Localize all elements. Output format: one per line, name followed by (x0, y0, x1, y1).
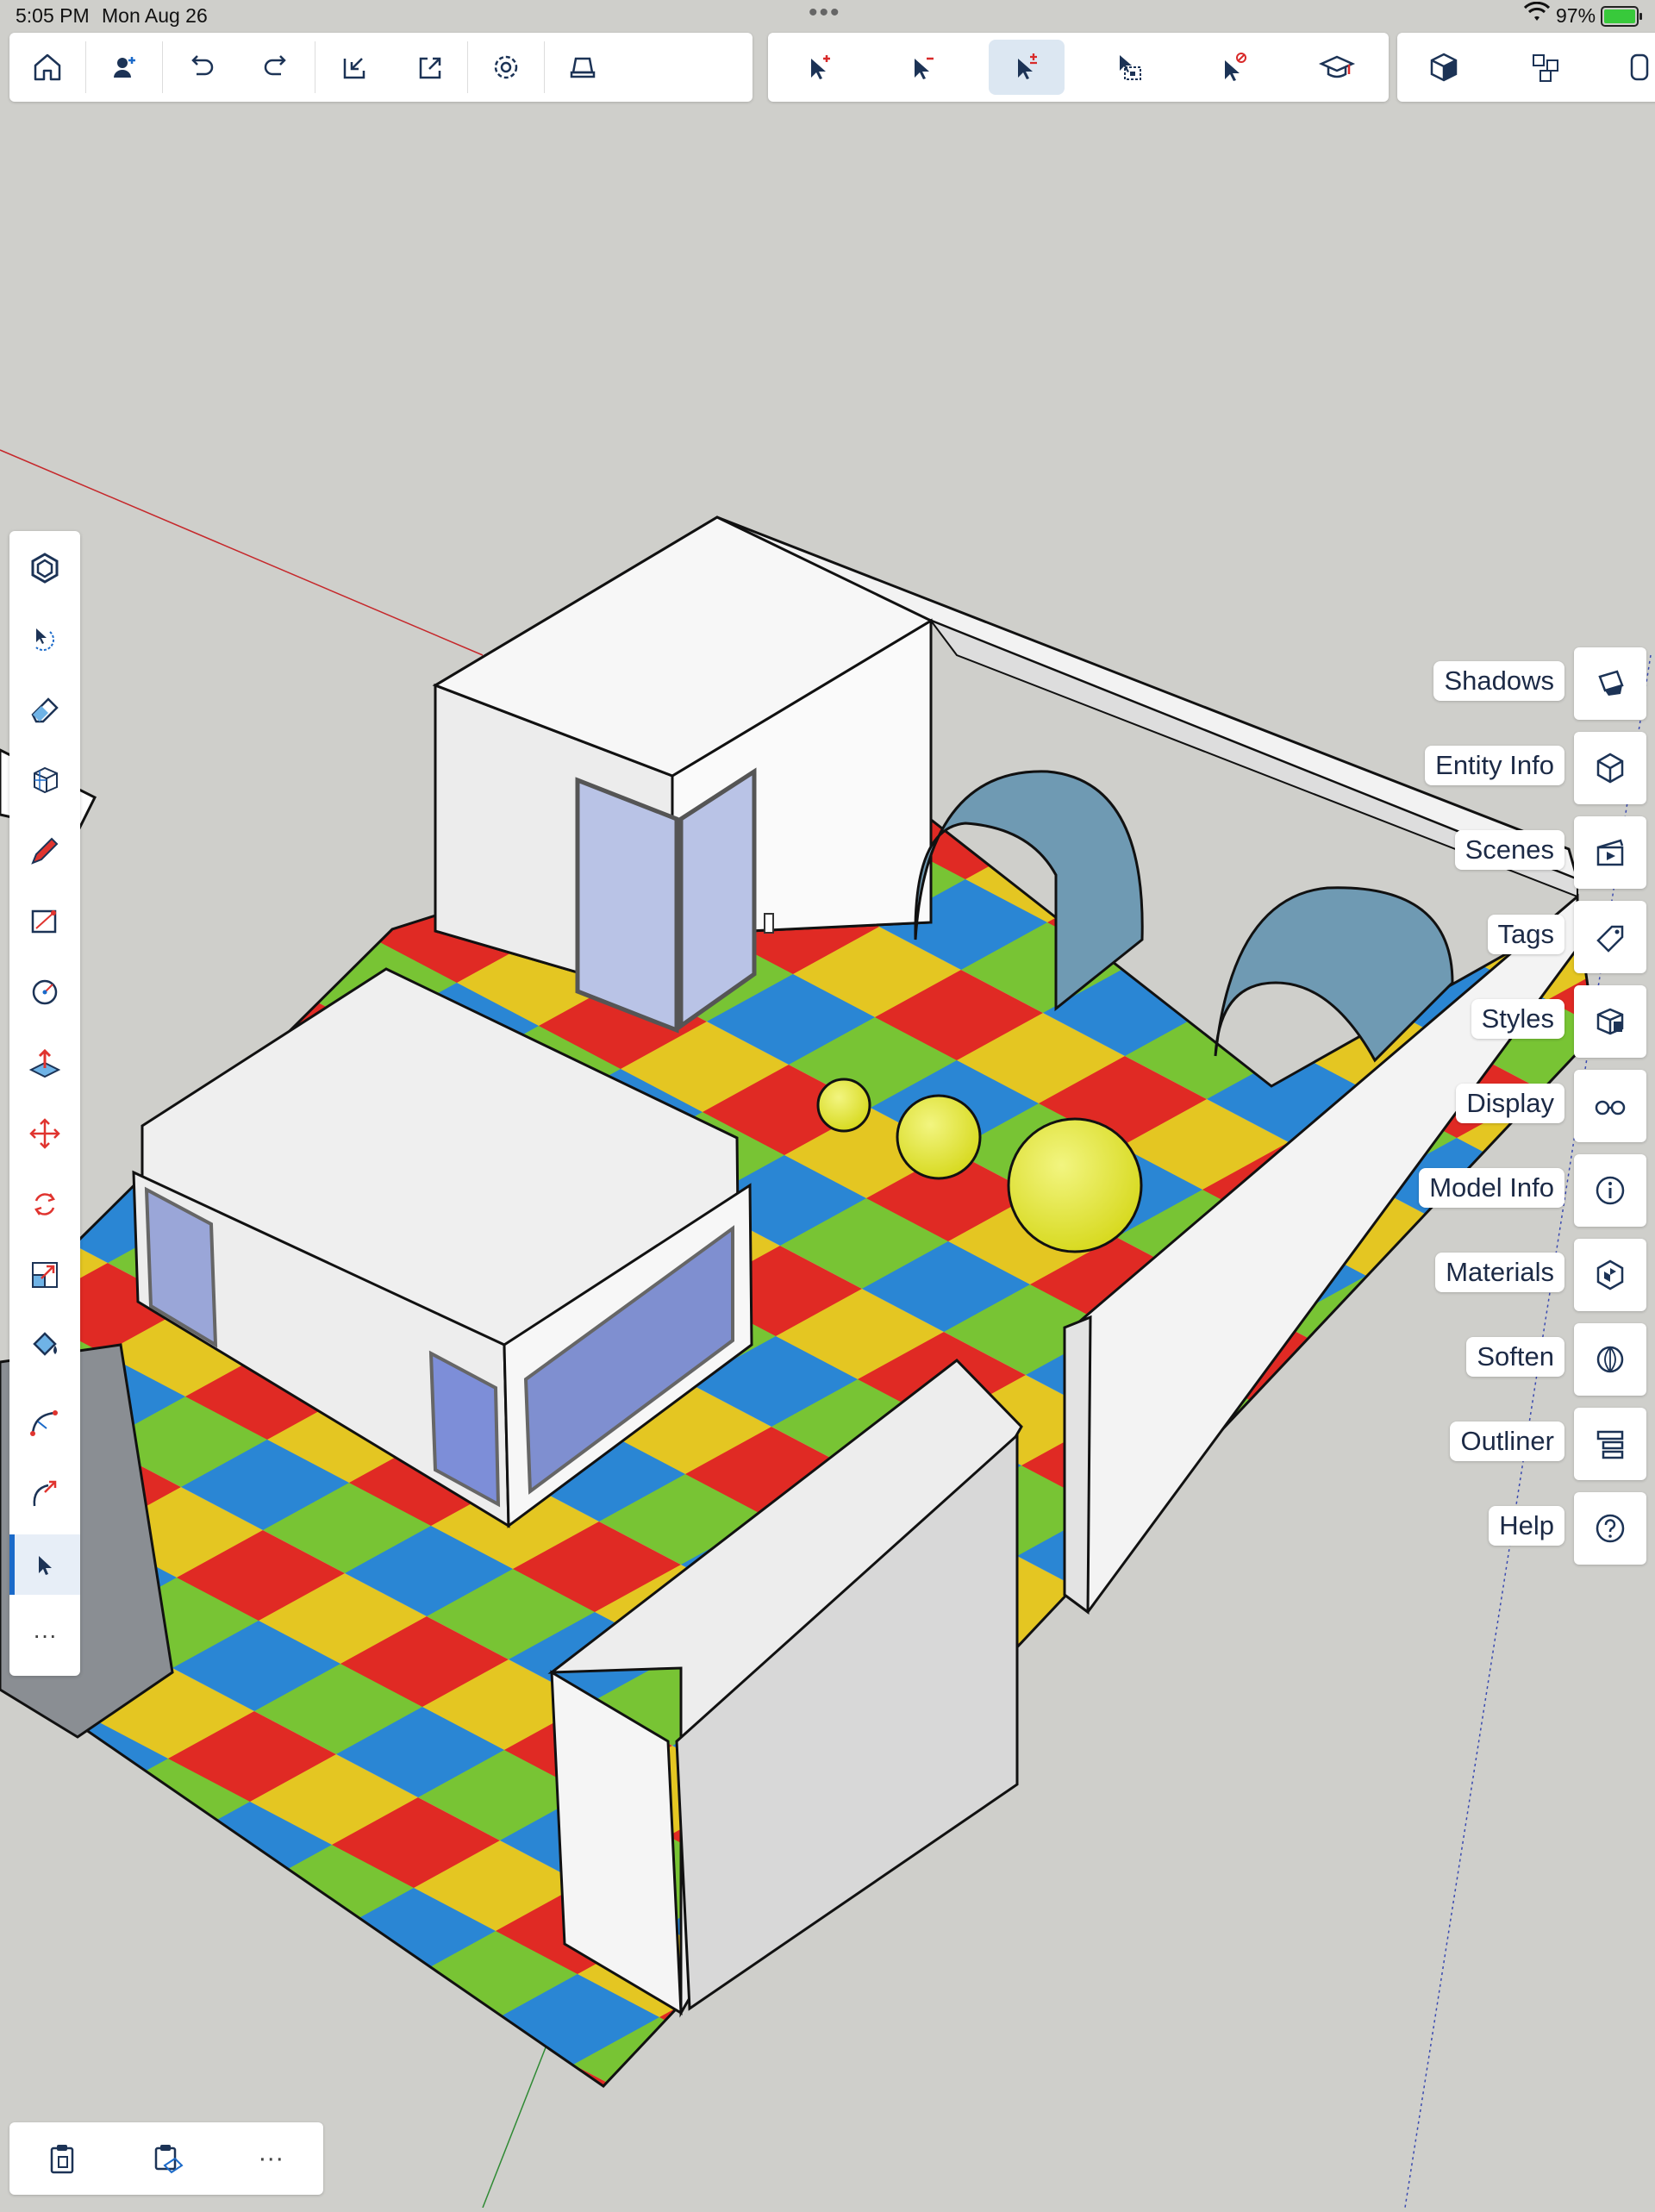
scenes-icon[interactable] (1574, 816, 1646, 889)
pencil-icon[interactable] (9, 821, 80, 881)
eraser-icon[interactable] (9, 679, 80, 740)
redo-icon[interactable] (239, 40, 315, 95)
settings-icon[interactable] (468, 40, 544, 95)
panel-tags-label[interactable]: Tags (1487, 915, 1564, 954)
panel-styles[interactable]: Styles (1327, 985, 1655, 1058)
more-options-button[interactable]: ··· (232, 2128, 309, 2189)
select-icon[interactable] (9, 1534, 80, 1595)
panel-display[interactable]: Display (1327, 1070, 1655, 1142)
panel-scenes[interactable]: Scenes (1327, 816, 1655, 889)
panel-model-info[interactable]: Model Info (1327, 1154, 1655, 1227)
select-toggle-icon[interactable] (989, 40, 1065, 95)
panel-display-label[interactable]: Display (1456, 1084, 1564, 1123)
panel-outliner[interactable]: Outliner (1327, 1408, 1655, 1480)
select-add-icon[interactable] (782, 40, 858, 95)
styles-icon[interactable] (1574, 985, 1646, 1058)
select-exclude-icon[interactable] (1196, 40, 1271, 95)
panel-soften[interactable]: Soften (1327, 1323, 1655, 1396)
rectangle-icon[interactable] (9, 891, 80, 952)
add-user-icon[interactable] (86, 40, 162, 95)
entity-info-icon[interactable] (1574, 732, 1646, 804)
scale-icon[interactable] (9, 1245, 80, 1305)
rotate-icon[interactable] (9, 1174, 80, 1234)
undo-icon[interactable] (163, 40, 239, 95)
home-icon[interactable] (9, 40, 85, 95)
instructor-icon[interactable] (1299, 40, 1375, 95)
box-icon[interactable] (9, 750, 80, 810)
battery-percent: 97% (1556, 4, 1596, 27)
panel-shadows-label[interactable]: Shadows (1433, 661, 1564, 701)
paint-bucket-icon[interactable] (9, 1315, 80, 1376)
paste-in-place-icon[interactable] (128, 2128, 205, 2189)
status-bar: 5:05 PM Mon Aug 26 ••• 97% (0, 0, 1655, 31)
wifi-icon (1523, 1, 1551, 29)
soften-icon[interactable] (1574, 1323, 1646, 1396)
panel-outliner-label[interactable]: Outliner (1450, 1422, 1564, 1461)
move-icon[interactable] (9, 1103, 80, 1164)
selection-toolbar (768, 33, 1389, 102)
panel-entity-info[interactable]: Entity Info (1327, 732, 1655, 804)
panel-styles-label[interactable]: Styles (1471, 999, 1564, 1039)
push-pull-icon[interactable] (9, 1033, 80, 1093)
panel-help[interactable]: Help (1327, 1492, 1655, 1565)
more-tools-button[interactable]: ··· (9, 1605, 80, 1665)
components-icon[interactable] (1508, 40, 1583, 95)
outliner-icon[interactable] (1574, 1408, 1646, 1480)
iso-view-icon[interactable] (1406, 40, 1482, 95)
print-icon[interactable] (545, 40, 621, 95)
multitask-dots-icon[interactable]: ••• (809, 0, 841, 28)
circle-icon[interactable] (9, 962, 80, 1022)
bottom-toolbar: ··· (9, 2122, 323, 2195)
battery-icon (1601, 6, 1642, 27)
panel-model-info-label[interactable]: Model Info (1419, 1168, 1564, 1208)
main-toolbar (9, 33, 753, 102)
clipboard-icon[interactable] (23, 2128, 101, 2189)
panel-soften-label[interactable]: Soften (1466, 1337, 1564, 1377)
status-date: Mon Aug 26 (102, 4, 208, 27)
orbit-icon[interactable] (9, 609, 80, 669)
export-icon[interactable] (391, 40, 467, 95)
panel-help-label[interactable]: Help (1489, 1506, 1564, 1546)
view-toolbar (1397, 33, 1655, 102)
tags-icon[interactable] (1574, 901, 1646, 973)
display-icon[interactable] (1574, 1070, 1646, 1142)
status-time: 5:05 PM (16, 4, 90, 27)
tool-palette: ··· (9, 531, 80, 1676)
layers-icon[interactable] (1596, 40, 1655, 95)
select-inside-icon[interactable] (1092, 40, 1168, 95)
follow-me-icon[interactable] (9, 1464, 80, 1524)
panel-materials-label[interactable]: Materials (1435, 1253, 1564, 1292)
panel-shadows[interactable]: Shadows (1327, 647, 1655, 720)
help-icon[interactable] (1574, 1492, 1646, 1565)
shadows-icon[interactable] (1574, 647, 1646, 720)
panel-entity-info-label[interactable]: Entity Info (1425, 746, 1564, 785)
materials-icon[interactable] (1574, 1239, 1646, 1311)
panel-materials[interactable]: Materials (1327, 1239, 1655, 1311)
model-info-icon[interactable] (1574, 1154, 1646, 1227)
select-subtract-icon[interactable] (885, 40, 961, 95)
import-icon[interactable] (315, 40, 391, 95)
panel-scenes-label[interactable]: Scenes (1454, 830, 1564, 870)
sketchup-logo-icon[interactable] (9, 538, 80, 598)
panel-tags[interactable]: Tags (1327, 901, 1655, 973)
arc-icon[interactable] (9, 1393, 80, 1453)
